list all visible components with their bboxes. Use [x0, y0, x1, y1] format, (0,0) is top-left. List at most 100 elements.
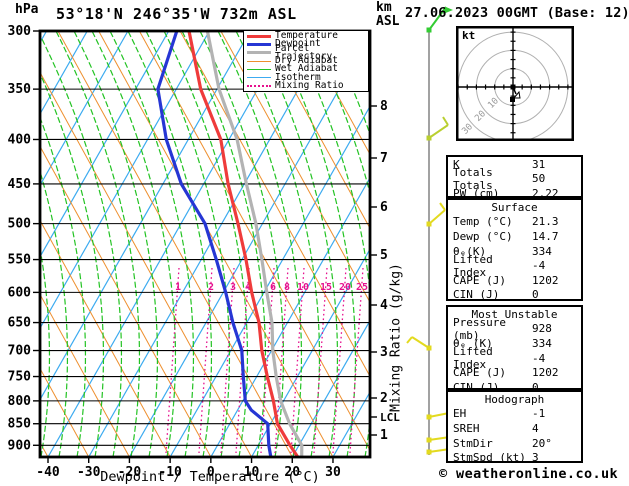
plot-frame: [38, 29, 372, 459]
dry-adiabat-line: [98, 32, 333, 456]
mixing-ratio-line: [290, 267, 305, 454]
table-row-value: 20°: [532, 436, 552, 450]
mixing-ratio-value: 1: [175, 282, 181, 293]
table-row: Lifted Index -4: [448, 345, 581, 371]
table-row-value: 0: [532, 288, 539, 302]
temp-axis-title: Dewpoint / Temperature (°C): [100, 469, 320, 485]
pressure-tick-label: 450: [8, 177, 32, 192]
legend-swatch-parcel-trajectory: [247, 51, 271, 55]
date-label: 27.06.2023 00GMT (Base: 12): [405, 5, 629, 21]
pressure-tick-label: 550: [8, 253, 32, 268]
wet-adiabat-line: [271, 32, 357, 456]
wind-barb-feather: [439, 202, 446, 211]
wind-barb: [406, 336, 432, 351]
km-tick-label: 1: [380, 428, 388, 443]
data-table-most-unstable: Most Unstable Pressure (mb) 928 θₑ (K) 334 Li…: [446, 305, 583, 394]
table-row-value: 334: [532, 244, 552, 258]
mixing-ratio-axis-title: Mixing Ratio (g/kg): [388, 263, 404, 412]
km-tick-label: 5: [380, 248, 388, 263]
table-row-value: -4: [532, 259, 546, 273]
legend-swatch-mixing-ratio: [247, 84, 271, 87]
table-row: Pressure (mb) 928: [448, 316, 581, 342]
pressure-tick-label: 850: [8, 417, 32, 432]
legend-item: Mixing Ratio: [247, 79, 368, 91]
isotherm-line: [41, 32, 210, 328]
skewt-screenshot: 1 2 3 4 6 8 10 15 20 25 300 350 400 450 500 550 600 650 70…: [0, 0, 629, 486]
pressure-tick-label: 800: [8, 394, 32, 409]
copyright-footer: © weatheronline.co.uk: [439, 466, 619, 482]
table-row: SREH 4: [448, 421, 581, 436]
altitude-unit-km: km: [376, 0, 392, 15]
hodograph-panel: 102030: [456, 26, 574, 141]
legend-swatch-dry-adiabat: [247, 60, 271, 62]
table-row-label: CIN (J): [453, 288, 500, 302]
km-tick-label: 4: [380, 298, 388, 313]
km-tick-label: 8: [380, 99, 388, 114]
pressure-tick-label: 700: [8, 344, 32, 359]
pressure-tick-label: 300: [8, 24, 32, 39]
table-row-value: 928: [532, 322, 552, 336]
pressure-tick-label: 400: [8, 132, 32, 147]
mixing-ratio-value: 8: [284, 282, 290, 293]
km-tick-label: 6: [380, 200, 388, 215]
hodograph-unit-label: kt: [462, 29, 476, 42]
table-row: StmDir 20°: [448, 436, 581, 451]
wet-adiabat-line: [307, 32, 369, 192]
table-row: StmSpd (kt) 3: [448, 450, 581, 465]
hodograph-trace-marker: [510, 97, 515, 102]
table-row-value: 4: [532, 421, 539, 435]
page-title: 53°18'N 246°35'W 732m ASL: [56, 5, 297, 23]
table-row-value: 31: [532, 157, 546, 171]
legend-swatch-isotherm: [247, 77, 271, 79]
mixing-ratio-value: 25: [356, 282, 368, 293]
km-tick-label: 2: [380, 391, 388, 406]
table-row-value: 21.3: [532, 215, 559, 229]
mixing-ratio-value: 2: [208, 282, 214, 293]
table-row-label: Temp (°C): [453, 215, 513, 229]
wind-barb-shaft: [428, 209, 446, 225]
table-row-value: 3: [532, 451, 539, 465]
pressure-tick-label: 500: [8, 217, 32, 232]
mixing-ratio-value: 20: [339, 282, 351, 293]
table-row: CAPE (J) 1202: [448, 273, 581, 288]
table-row: CAPE (J) 1202: [448, 365, 581, 380]
table-row: Totals Totals 50: [448, 166, 581, 192]
mixing-ratio-value: 15: [320, 282, 332, 293]
table-row-value: 1202: [532, 273, 559, 287]
wind-barb-feather: [406, 336, 413, 344]
table-row: Lifted Index -4: [448, 253, 581, 279]
dry-adiabat-line: [41, 147, 211, 456]
table-row-value: -1: [532, 407, 546, 421]
table-row: Temp (°C) 21.3: [448, 215, 581, 230]
table-title: Surface: [491, 201, 538, 214]
mixing-ratio-value: 3: [230, 282, 236, 293]
table-row-label: CAPE (J): [453, 366, 506, 380]
table-row-value: 50: [532, 172, 546, 186]
wet-adiabat-line: [163, 32, 249, 456]
table-row-label: EH: [453, 407, 467, 421]
wet-adiabat-line: [181, 32, 267, 456]
dry-adiabat-line: [220, 32, 369, 302]
wind-barb-feather: [442, 116, 449, 126]
table-row: CIN (J) 0: [448, 288, 581, 303]
legend-swatch-wet-adiabat: [247, 68, 271, 70]
table-title: Hodograph: [484, 393, 545, 406]
pressure-tick-label: 350: [8, 82, 32, 97]
wind-barb: [426, 116, 449, 141]
pressure-tick-label: 900: [8, 438, 32, 453]
mixing-ratio-value: 10: [297, 282, 309, 293]
data-table-surface: Surface Temp (°C) 21.3 Dewp (°C) 14.7 θₑ(K) 33…: [446, 198, 583, 301]
wet-adiabat-line: [109, 32, 195, 456]
table-row-label: StmSpd (kt): [453, 451, 526, 465]
legend-label: Mixing Ratio: [275, 79, 344, 91]
mixing-ratio-line: [198, 267, 213, 454]
table-row-value: -4: [532, 351, 546, 365]
wet-adiabat-line: [73, 32, 159, 456]
wet-adiabat-line: [55, 32, 141, 456]
data-table-hodograph: Hodograph EH -1 SREH 4 StmDir 20° StmSpd (kt) 3: [446, 390, 583, 465]
km-tick-label: 7: [380, 151, 388, 166]
legend-swatch-temperature: [247, 34, 271, 38]
table-row-label: Dewp (°C): [453, 229, 513, 243]
data-table-indices: K 31 Totals Totals 50 PW (cm) 2.22: [446, 155, 583, 200]
table-row: EH -1: [448, 407, 581, 422]
